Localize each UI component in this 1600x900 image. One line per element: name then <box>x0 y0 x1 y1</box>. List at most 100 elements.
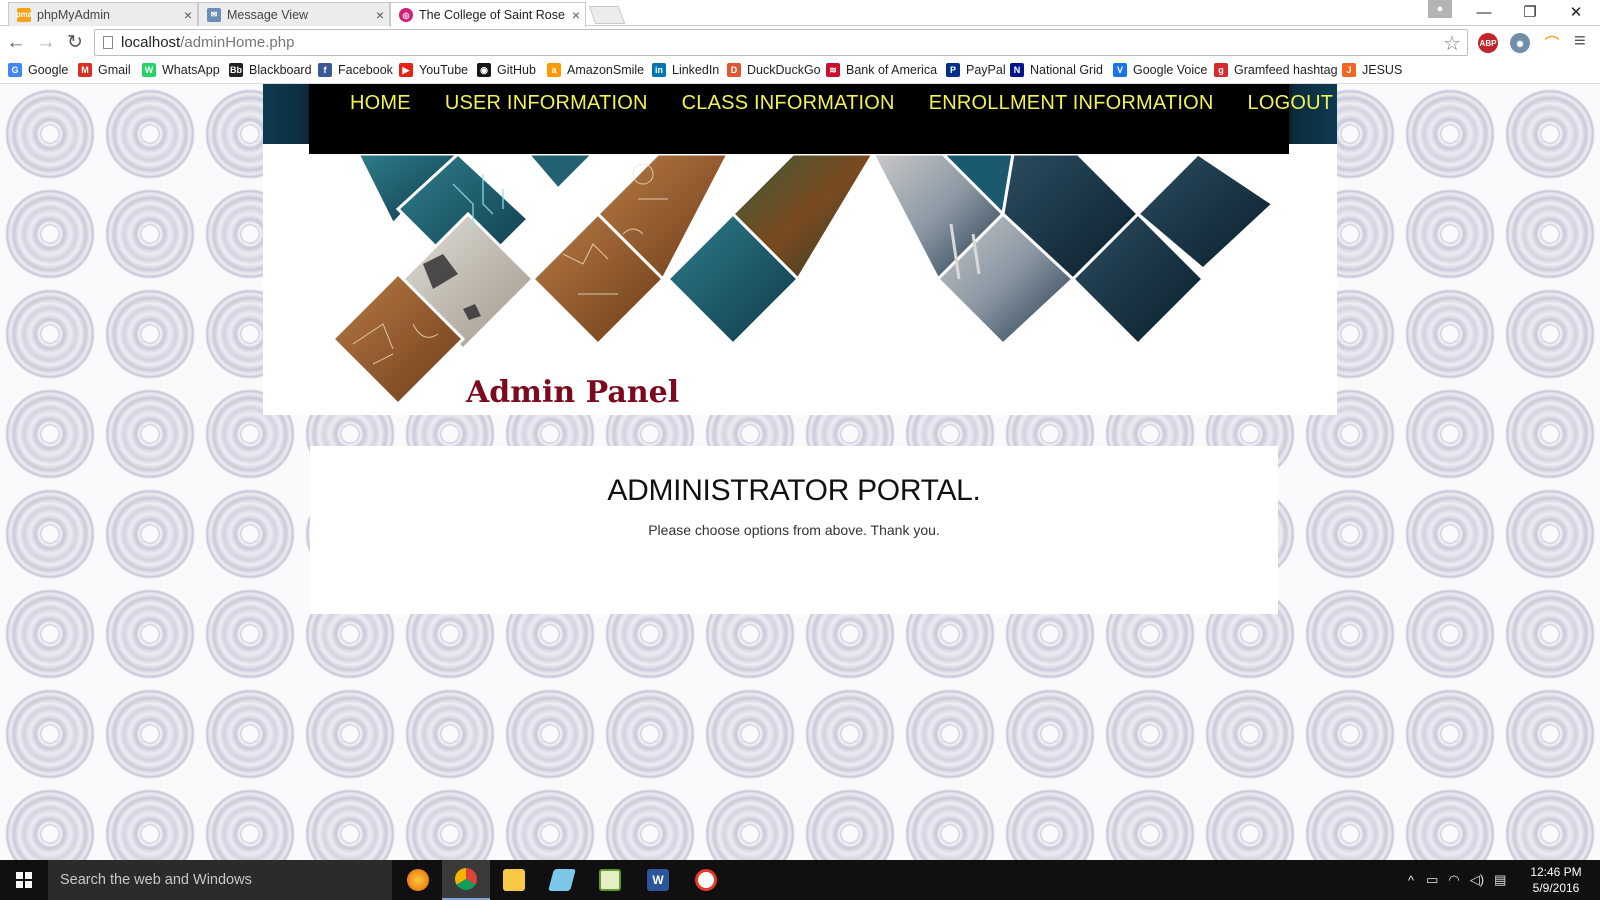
linkedin-icon: in <box>652 63 666 77</box>
duckduckgo-icon: D <box>727 63 741 77</box>
tab-saint-rose[interactable]: ◎ The College of Saint Rose × <box>390 2 586 27</box>
portal-title: ADMINISTRATOR PORTAL. <box>607 474 981 507</box>
portal-card: ADMINISTRATOR PORTAL. Please choose opti… <box>310 446 1278 614</box>
firefox-app[interactable] <box>394 860 442 900</box>
bookmark-label: Gmail <box>98 63 131 77</box>
gmail-icon: M <box>78 63 92 77</box>
recorder-app[interactable] <box>682 860 730 900</box>
main-nav: HOME USER INFORMATION CLASS INFORMATION … <box>309 84 1333 154</box>
bookmark-label: National Grid <box>1030 63 1103 77</box>
bookmark-google-voice[interactable]: V Google Voice <box>1113 63 1207 77</box>
wifi-icon[interactable]: ◠ <box>1448 872 1459 888</box>
notifications-icon[interactable]: ▤ <box>1494 872 1506 888</box>
start-button[interactable] <box>0 860 48 900</box>
bookmark-paypal[interactable]: P PayPal <box>946 63 1006 77</box>
bookmark-label: PayPal <box>966 63 1006 77</box>
bookmark-youtube[interactable]: ▶ YouTube <box>399 63 468 77</box>
notepad-icon <box>548 869 576 891</box>
bookmark-label: Blackboard <box>249 63 312 77</box>
minimize-button[interactable]: — <box>1461 0 1507 26</box>
google-voice-icon: V <box>1113 63 1127 77</box>
eye-extension-icon[interactable]: ◉ <box>1510 33 1530 53</box>
close-icon[interactable]: × <box>371 7 389 23</box>
bookmark-label: Gramfeed hashtag <box>1234 63 1338 77</box>
paypal-icon: P <box>946 63 960 77</box>
chrome-icon <box>455 868 477 890</box>
admin-panel-title: Admin Panel <box>465 375 679 410</box>
close-icon[interactable]: × <box>567 7 585 23</box>
bookmark-gramfeed-hashtag[interactable]: g Gramfeed hashtag <box>1214 63 1338 77</box>
clock[interactable]: 12:46 PM 5/9/2016 <box>1524 864 1588 896</box>
page-viewport: HOME USER INFORMATION CLASS INFORMATION … <box>0 84 1600 860</box>
nav-class-information[interactable]: CLASS INFORMATION <box>665 90 912 132</box>
tab-message-view[interactable]: ✉ Message View × <box>198 2 390 26</box>
back-icon[interactable]: ← <box>4 32 28 54</box>
reload-icon[interactable]: ↻ <box>63 32 87 54</box>
amazonsmile-icon: a <box>547 63 561 77</box>
file-explorer-app[interactable] <box>490 860 538 900</box>
close-window-button[interactable]: ✕ <box>1553 0 1599 26</box>
bookmark-duckduckgo[interactable]: D DuckDuckGo <box>727 63 821 77</box>
bookmark-label: LinkedIn <box>672 63 720 77</box>
phpmyadmin-icon: pma <box>16 7 32 22</box>
bookmark-gmail[interactable]: M Gmail <box>78 63 131 77</box>
bookmark-label: Facebook <box>338 63 393 77</box>
bookmark-star-icon[interactable]: ☆ <box>1443 31 1461 56</box>
bookmark-label: WhatsApp <box>162 63 220 77</box>
url-host: localhost <box>121 34 181 51</box>
address-bar[interactable]: localhost/adminHome.php ☆ <box>94 29 1468 56</box>
nav-enrollment-information[interactable]: ENROLLMENT INFORMATION <box>912 90 1231 132</box>
bookmark-linkedin[interactable]: in LinkedIn <box>652 63 719 77</box>
bookmark-national-grid[interactable]: N National Grid <box>1010 63 1103 77</box>
chrome-app[interactable] <box>442 860 490 900</box>
facebook-icon: f <box>318 63 332 77</box>
folder-icon <box>503 869 525 891</box>
site-header: HOME USER INFORMATION CLASS INFORMATION … <box>263 84 1337 415</box>
taskbar-search[interactable]: Search the web and Windows <box>48 860 392 900</box>
new-tab-button[interactable] <box>588 6 626 24</box>
recorder-icon <box>695 869 717 891</box>
clock-date: 5/9/2016 <box>1532 881 1580 895</box>
nav-user-information[interactable]: USER INFORMATION <box>428 90 665 132</box>
url-text[interactable]: localhost/adminHome.php <box>121 34 294 51</box>
close-icon[interactable]: × <box>179 7 197 23</box>
google-icon: G <box>8 63 22 77</box>
tab-strip: pma phpMyAdmin × ✉ Message View × ◎ The … <box>0 0 1600 27</box>
bookmark-jesus[interactable]: J JESUS <box>1342 63 1402 77</box>
bookmark-facebook[interactable]: f Facebook <box>318 63 393 77</box>
gramfeed-hashtag-icon: g <box>1214 63 1228 77</box>
tab-title: phpMyAdmin <box>37 7 110 22</box>
word-app[interactable]: W <box>634 860 682 900</box>
forward-icon[interactable]: → <box>34 32 58 54</box>
banner-image: Admin Panel <box>333 154 1276 410</box>
menu-icon[interactable]: ≡ <box>1574 30 1586 53</box>
bookmark-bank-of-america[interactable]: ≋ Bank of America <box>826 63 937 77</box>
browser-toolbar: ← → ↻ localhost/adminHome.php ☆ ABP ◉ ⌒ … <box>0 27 1600 59</box>
nav-home[interactable]: HOME <box>333 90 428 132</box>
battery-icon[interactable]: ▭ <box>1426 872 1438 888</box>
bookmark-github[interactable]: ◉ GitHub <box>477 63 536 77</box>
taskbar: Search the web and Windows W ^ ▭ ◠ ◁) ▤ … <box>0 860 1600 900</box>
profile-icon[interactable]: ● <box>1428 0 1452 18</box>
page-icon <box>103 36 113 49</box>
tab-phpmyadmin[interactable]: pma phpMyAdmin × <box>8 2 198 26</box>
tab-title: The College of Saint Rose <box>419 8 565 22</box>
blackboard-icon: Bb <box>229 63 243 77</box>
nav-logout[interactable]: LOGOUT <box>1231 90 1351 132</box>
rainbow-extension-icon[interactable]: ⌒ <box>1542 33 1562 53</box>
github-icon: ◉ <box>477 63 491 77</box>
bookmark-google[interactable]: G Google <box>8 63 68 77</box>
bookmark-label: DuckDuckGo <box>747 63 821 77</box>
system-tray: ^ ▭ ◠ ◁) ▤ <box>1408 860 1506 900</box>
bookmark-amazonsmile[interactable]: a AmazonSmile <box>547 63 644 77</box>
adblock-plus-icon[interactable]: ABP <box>1478 33 1498 53</box>
notepad-app[interactable] <box>538 860 586 900</box>
chevron-up-icon[interactable]: ^ <box>1408 873 1414 888</box>
bank-of-america-icon: ≋ <box>826 63 840 77</box>
bookmark-whatsapp[interactable]: W WhatsApp <box>142 63 220 77</box>
restore-button[interactable]: ❐ <box>1507 0 1553 26</box>
volume-icon[interactable]: ◁) <box>1470 872 1484 888</box>
spreadsheet-app[interactable] <box>586 860 634 900</box>
bookmark-blackboard[interactable]: Bb Blackboard <box>229 63 312 77</box>
spreadsheet-icon <box>599 869 621 891</box>
